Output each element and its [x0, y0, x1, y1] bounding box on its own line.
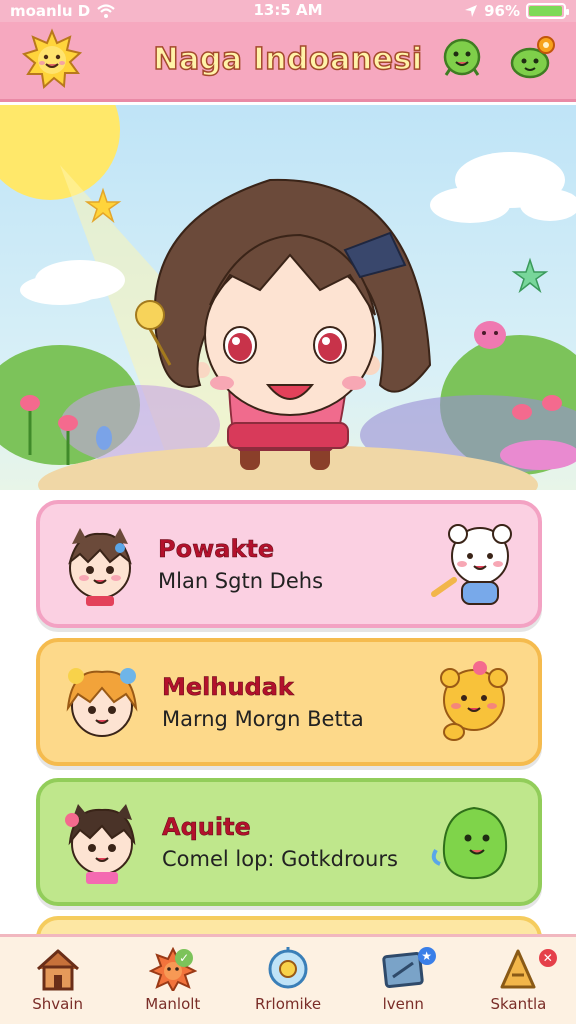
nav-item-skantla[interactable]: ✕ Skantla: [461, 937, 576, 1024]
card-aquite[interactable]: Aquite Comel lop: Gotkdrours: [36, 778, 542, 906]
app-header: Naga Indoanesi: [0, 22, 576, 102]
sun-icon[interactable]: [20, 27, 84, 95]
nav-label: Skantla: [490, 995, 547, 1013]
bottom-navigation: Shvain ✓ Manlolt Rrlomike ★ lvenn ✕ Skan…: [0, 934, 576, 1024]
nav-item-rrlomike[interactable]: Rrlomike: [230, 937, 345, 1024]
card-subtitle: Marng Morgn Betta: [162, 707, 364, 731]
bean-friend-notification-icon[interactable]: [508, 35, 556, 87]
notification-badge-star: ★: [417, 947, 436, 965]
nav-label: Rrlomike: [254, 995, 322, 1013]
card-powakte[interactable]: Powakte Mlan Sgtn Dehs: [36, 500, 542, 628]
cone-icon: [500, 949, 536, 989]
notification-badge-close[interactable]: ✕: [538, 949, 557, 967]
nav-item-manlolt[interactable]: ✓ Manlolt: [115, 937, 230, 1024]
status-bar: moanlu D 13:5 AM 96%: [0, 0, 576, 22]
flower-girl-avatar-icon: [66, 668, 138, 737]
card-title: Aquite: [162, 813, 251, 842]
sun-shape: [0, 105, 120, 200]
cat-girl-avatar-icon: [68, 528, 132, 606]
green-slime-icon: [431, 806, 508, 880]
white-bear-icon: [431, 524, 512, 605]
battery-level: [529, 6, 562, 16]
hero-illustration: [0, 105, 576, 490]
pink-creature: [474, 321, 506, 349]
nav-item-shvain[interactable]: Shvain: [0, 937, 115, 1024]
carrier-text: moanlu D: [10, 2, 91, 20]
cat-ear-girl-avatar-icon: [65, 804, 136, 884]
cloud-right: [430, 152, 576, 223]
card-title: Melhudak: [162, 673, 294, 702]
battery-icon: [526, 3, 569, 19]
card-subtitle: Comel lop: Gotkdrours: [162, 847, 398, 871]
bubble-icon: [268, 947, 308, 989]
nav-label: Manlolt: [145, 995, 201, 1013]
battery-percent-text: 96%: [484, 2, 520, 20]
nav-item-lvenn[interactable]: ★ lvenn: [346, 937, 461, 1024]
bean-friend-icon[interactable]: [440, 35, 484, 87]
card-title: Powakte: [158, 535, 275, 564]
nav-label: lvenn: [382, 995, 424, 1013]
nav-label: Shvain: [32, 995, 83, 1013]
card-melhudak[interactable]: Melhudak Marng Morgn Betta: [36, 638, 542, 766]
hero-scene: [0, 105, 576, 490]
card-subtitle: Mlan Sgtn Dehs: [158, 569, 324, 593]
location-arrow-icon: [465, 5, 478, 17]
orange-bear-icon: [440, 661, 508, 741]
wifi-icon: [97, 4, 115, 18]
home-icon: [36, 949, 79, 991]
